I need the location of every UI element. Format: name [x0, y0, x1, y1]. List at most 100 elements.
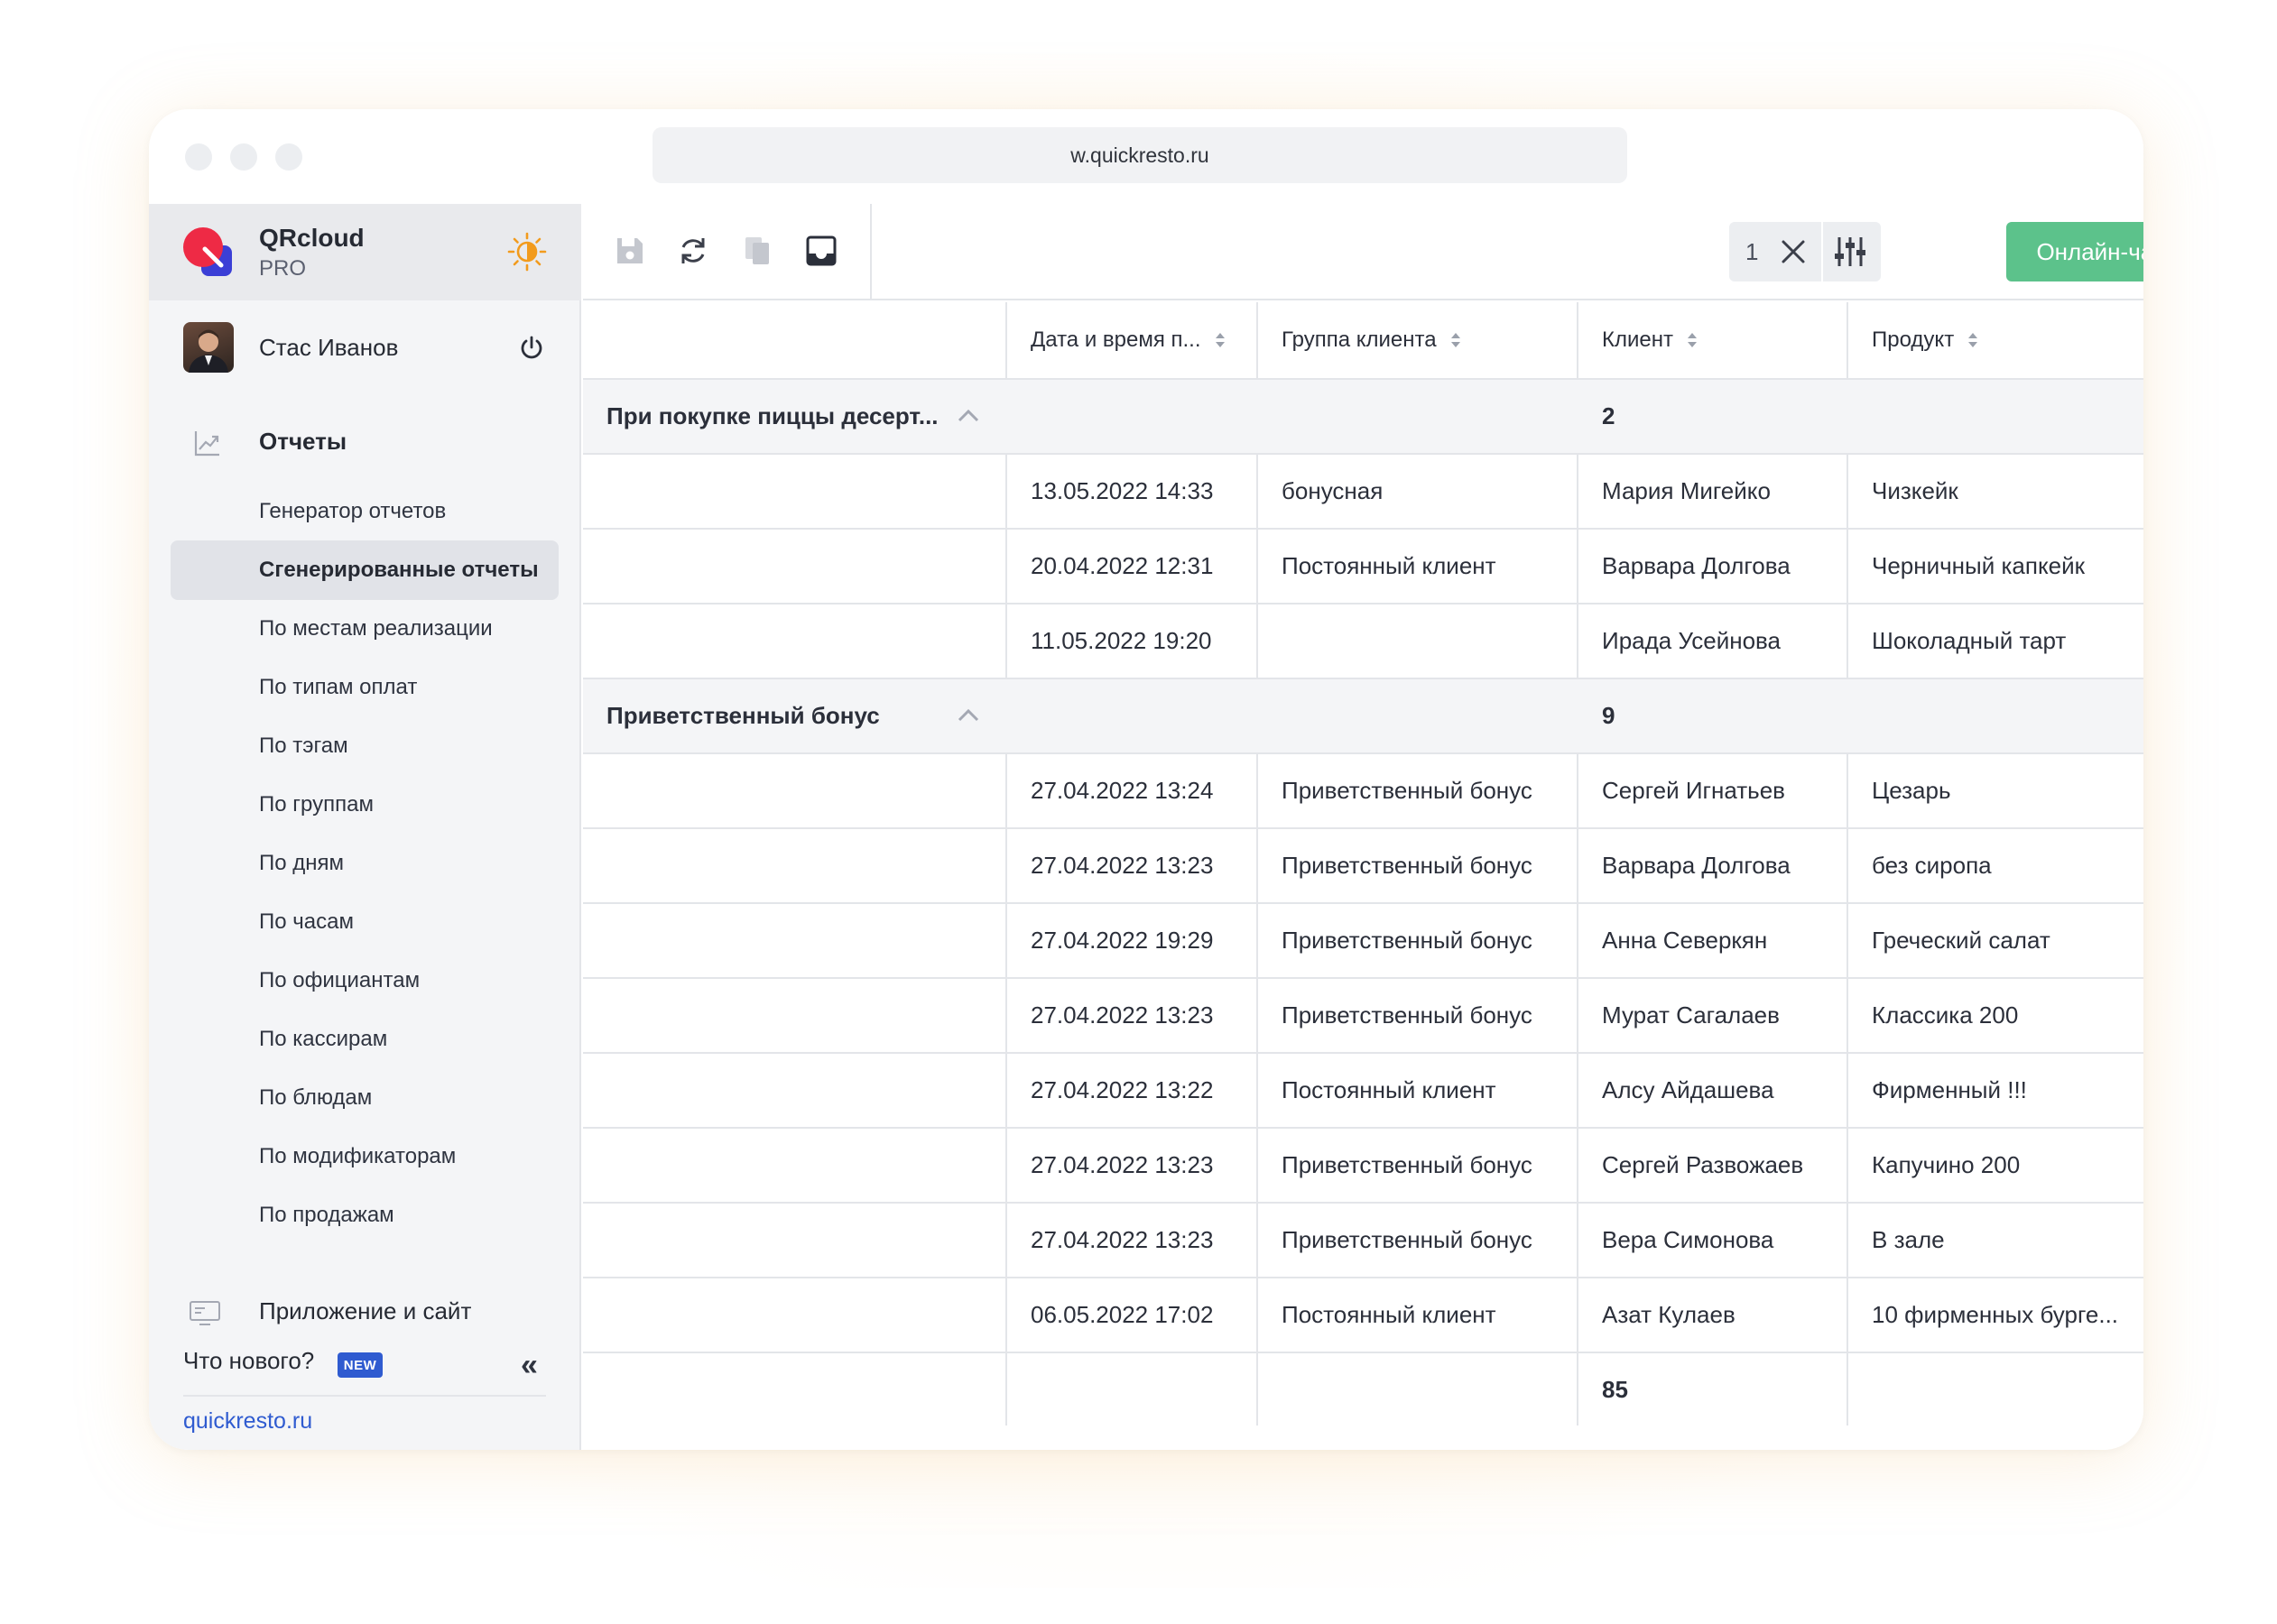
- table-row[interactable]: 11.05.2022 19:20 Ирада Усейнова Шоколадн…: [583, 604, 2143, 679]
- whats-new-link[interactable]: Что нового?: [183, 1347, 314, 1375]
- cell-datetime: 27.04.2022 13:23: [1031, 1226, 1214, 1253]
- cell-product: Фирменный !!!: [1872, 1076, 2027, 1103]
- cell-datetime: 27.04.2022 19:29: [1031, 927, 1214, 954]
- window-minimize-dot[interactable]: [230, 143, 257, 171]
- cell-product: Цезарь: [1872, 777, 1951, 804]
- save-icon: [617, 238, 643, 263]
- table-row[interactable]: 27.04.2022 13:22 Постоянный клиент Алсу …: [583, 1054, 2143, 1129]
- brand-header: QRcloud PRO: [149, 204, 581, 300]
- brand-name: QRcloud: [259, 224, 365, 252]
- sort-icon: [1450, 333, 1460, 347]
- url-text: w.quickresto.ru: [1070, 143, 1209, 167]
- sun-icon[interactable]: [506, 231, 548, 272]
- sidebar-item-by-waiters[interactable]: По официантам: [259, 963, 420, 999]
- new-badge: NEW: [338, 1352, 383, 1378]
- sidebar-item-by-days[interactable]: По дням: [259, 845, 344, 881]
- inbox-button[interactable]: [801, 231, 841, 271]
- table-row[interactable]: 20.04.2022 12:31 Постоянный клиент Варва…: [583, 530, 2143, 604]
- cell-client: Вера Симонова: [1602, 1226, 1774, 1253]
- sidebar-item-by-hours[interactable]: По часам: [259, 904, 354, 940]
- cell-client-group: бонусная: [1282, 477, 1384, 504]
- save-button[interactable]: [610, 231, 650, 271]
- table-row[interactable]: 13.05.2022 14:33 бонусная Мария Мигейко …: [583, 455, 2143, 530]
- sidebar: QRcloud PRO Стас Иванов Отчеты Генератор…: [149, 204, 581, 1450]
- section-title-reports[interactable]: Отчеты: [259, 428, 347, 456]
- sidebar-item-by-groups[interactable]: По группам: [259, 787, 374, 823]
- group-row[interactable]: При покупке пиццы десерт... 2: [583, 380, 2143, 455]
- group-row[interactable]: Приветственный бонус 9: [583, 679, 2143, 754]
- sort-icon: [1687, 333, 1697, 347]
- browser-window: w.quickresto.ru QRcloud PRO Стас Иванов …: [149, 109, 2143, 1450]
- cell-client-group: Приветственный бонус: [1282, 1001, 1532, 1029]
- sidebar-item-generated-reports[interactable]: Сгенерированные отчеты: [259, 552, 539, 588]
- cell-product: Греческий салат: [1872, 927, 2050, 954]
- sort-icon: [1968, 333, 1978, 347]
- sidebar-item-app-and-site[interactable]: Приложение и сайт: [259, 1297, 471, 1325]
- sidebar-item-report-generator[interactable]: Генератор отчетов: [259, 494, 446, 530]
- cell-client: Мария Мигейко: [1602, 477, 1771, 504]
- chevron-up-icon[interactable]: [955, 405, 982, 427]
- column-header-client-group[interactable]: Группа клиента: [1258, 302, 1578, 378]
- cell-client-group: Приветственный бонус: [1282, 777, 1532, 804]
- address-bar[interactable]: w.quickresto.ru: [653, 127, 1627, 183]
- report-table: Дата и время п... Группа клиента Клиент …: [583, 302, 2143, 1450]
- chevron-up-icon[interactable]: [955, 705, 982, 726]
- cell-client: Азат Кулаев: [1602, 1301, 1736, 1328]
- column-header-client[interactable]: Клиент: [1578, 302, 1848, 378]
- toolbar: 1 Онлайн-чат: [583, 204, 2143, 300]
- sidebar-divider: [183, 1395, 546, 1397]
- cell-client-group: Приветственный бонус: [1282, 852, 1532, 879]
- monitor-icon: [190, 1301, 220, 1325]
- column-header-product[interactable]: Продукт: [1848, 302, 2143, 378]
- user-name: Стас Иванов: [259, 334, 399, 361]
- sidebar-item-by-places[interactable]: По местам реализации: [259, 611, 493, 647]
- qrcloud-logo: [183, 227, 232, 276]
- sidebar-item-by-sales[interactable]: По продажам: [259, 1197, 394, 1233]
- table-header: Дата и время п... Группа клиента Клиент …: [583, 302, 2143, 380]
- site-link[interactable]: quickresto.ru: [183, 1408, 312, 1435]
- cell-client-group: Приветственный бонус: [1282, 1226, 1532, 1253]
- total-count: 85: [1602, 1375, 1628, 1403]
- cell-datetime: 11.05.2022 19:20: [1031, 627, 1212, 654]
- collapse-sidebar-button[interactable]: «: [521, 1348, 538, 1383]
- group-title: При покупке пиццы десерт...: [606, 402, 939, 429]
- avatar[interactable]: [183, 322, 234, 373]
- cell-datetime: 27.04.2022 13:23: [1031, 1151, 1214, 1178]
- group-title: Приветственный бонус: [606, 702, 880, 729]
- browser-titlebar: w.quickresto.ru: [149, 109, 2143, 204]
- table-row[interactable]: 27.04.2022 13:23 Приветственный бонус Се…: [583, 1129, 2143, 1204]
- column-header-datetime[interactable]: Дата и время п...: [1007, 302, 1258, 378]
- sliders-icon[interactable]: [1832, 234, 1868, 270]
- cell-datetime: 06.05.2022 17:02: [1031, 1301, 1214, 1328]
- sidebar-item-by-dishes[interactable]: По блюдам: [259, 1080, 372, 1116]
- window-close-dot[interactable]: [185, 143, 212, 171]
- window-maximize-dot[interactable]: [275, 143, 302, 171]
- table-row[interactable]: 06.05.2022 17:02 Постоянный клиент Азат …: [583, 1278, 2143, 1353]
- cell-client-group: Постоянный клиент: [1282, 1301, 1496, 1328]
- copy-icon: [745, 237, 769, 264]
- copy-button[interactable]: [738, 231, 778, 271]
- online-chat-button[interactable]: Онлайн-чат: [2006, 222, 2143, 281]
- power-icon[interactable]: [517, 334, 546, 363]
- table-row[interactable]: 27.04.2022 19:29 Приветственный бонус Ан…: [583, 904, 2143, 979]
- cell-client-group: Постоянный клиент: [1282, 552, 1496, 579]
- cell-client: Сергей Игнатьев: [1602, 777, 1785, 804]
- sidebar-item-by-tags[interactable]: По тэгам: [259, 728, 348, 764]
- refresh-button[interactable]: [673, 231, 713, 271]
- sidebar-item-by-modifiers[interactable]: По модификаторам: [259, 1139, 456, 1175]
- table-row[interactable]: 27.04.2022 13:23 Приветственный бонус Му…: [583, 979, 2143, 1054]
- cell-client: Варвара Долгова: [1602, 852, 1791, 879]
- sidebar-item-by-payment-types[interactable]: По типам оплат: [259, 669, 417, 706]
- cell-product: Классика 200: [1872, 1001, 2019, 1029]
- table-row[interactable]: 27.04.2022 13:24 Приветственный бонус Се…: [583, 754, 2143, 829]
- toolbar-divider: [870, 204, 872, 300]
- cell-client-group: Приветственный бонус: [1282, 927, 1532, 954]
- cell-product: Черничный капкейк: [1872, 552, 2085, 579]
- cell-product: без сиропа: [1872, 852, 1992, 879]
- cell-client-group: Постоянный клиент: [1282, 1076, 1496, 1103]
- cell-datetime: 20.04.2022 12:31: [1031, 552, 1214, 579]
- table-row[interactable]: 27.04.2022 13:23 Приветственный бонус Ве…: [583, 1204, 2143, 1278]
- close-icon[interactable]: [1779, 237, 1808, 266]
- sidebar-item-by-cashiers[interactable]: По кассирам: [259, 1021, 387, 1057]
- table-row[interactable]: 27.04.2022 13:23 Приветственный бонус Ва…: [583, 829, 2143, 904]
